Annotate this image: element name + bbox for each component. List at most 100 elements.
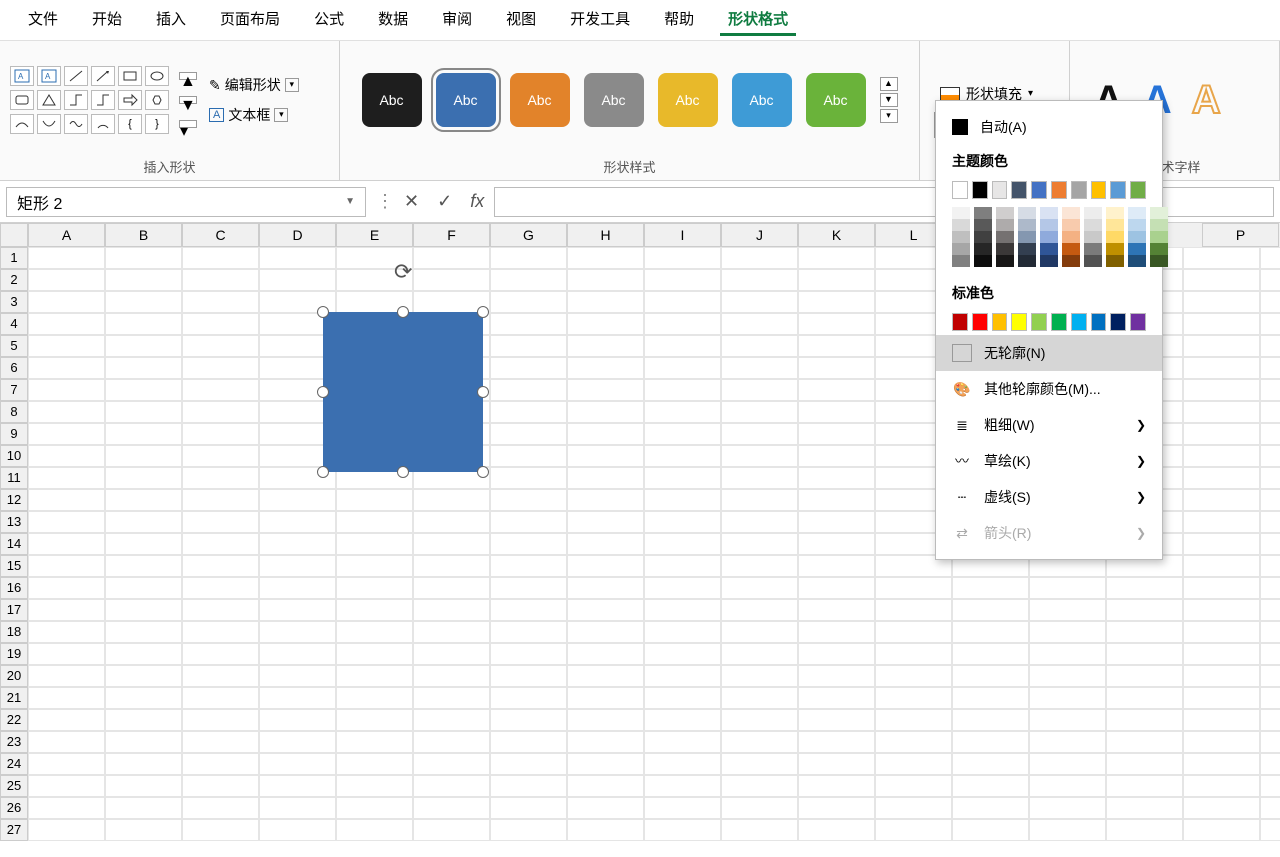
- cell[interactable]: [798, 731, 875, 753]
- cell[interactable]: [490, 775, 567, 797]
- cell[interactable]: [182, 643, 259, 665]
- cell[interactable]: [413, 269, 490, 291]
- cell[interactable]: [1106, 621, 1183, 643]
- cell[interactable]: [1106, 709, 1183, 731]
- cell[interactable]: [567, 687, 644, 709]
- cell[interactable]: [952, 643, 1029, 665]
- standard-color-swatch[interactable]: [1130, 313, 1146, 331]
- cell[interactable]: [413, 621, 490, 643]
- cell[interactable]: [105, 731, 182, 753]
- row-header[interactable]: 7: [0, 379, 28, 401]
- cell[interactable]: [1183, 291, 1260, 313]
- cell[interactable]: [259, 577, 336, 599]
- standard-color-swatch[interactable]: [1091, 313, 1107, 331]
- cell[interactable]: [28, 467, 105, 489]
- cell[interactable]: [259, 247, 336, 269]
- theme-shade-swatch[interactable]: [1040, 231, 1058, 243]
- menu-shape-format[interactable]: 形状格式: [720, 4, 796, 36]
- theme-shade-swatch[interactable]: [1106, 231, 1124, 243]
- cell[interactable]: [1106, 775, 1183, 797]
- cell[interactable]: [1106, 599, 1183, 621]
- cell[interactable]: [28, 775, 105, 797]
- cell[interactable]: [490, 555, 567, 577]
- cell[interactable]: [182, 797, 259, 819]
- cell[interactable]: [1029, 819, 1106, 841]
- cell[interactable]: [1260, 291, 1280, 313]
- cell[interactable]: [721, 753, 798, 775]
- outline-weight-item[interactable]: ≣ 粗细(W) ❯: [936, 407, 1162, 443]
- cell[interactable]: [259, 621, 336, 643]
- cell[interactable]: [28, 247, 105, 269]
- shape-textbox2-icon[interactable]: A: [37, 66, 61, 86]
- cell[interactable]: [105, 555, 182, 577]
- cell[interactable]: [413, 753, 490, 775]
- shapes-scroll-down[interactable]: ▼: [179, 96, 197, 104]
- row-header[interactable]: 14: [0, 533, 28, 555]
- theme-color-swatch[interactable]: [992, 181, 1008, 199]
- shape-rectangle[interactable]: [323, 312, 483, 472]
- cell[interactable]: [1183, 533, 1260, 555]
- cell[interactable]: [1106, 643, 1183, 665]
- cell[interactable]: [336, 709, 413, 731]
- theme-shade-swatch[interactable]: [1150, 255, 1168, 267]
- row-header[interactable]: 22: [0, 709, 28, 731]
- theme-shade-swatch[interactable]: [1018, 231, 1036, 243]
- cell[interactable]: [413, 731, 490, 753]
- cell[interactable]: [567, 797, 644, 819]
- cell[interactable]: [567, 731, 644, 753]
- cell[interactable]: [105, 797, 182, 819]
- cell[interactable]: [182, 489, 259, 511]
- cell[interactable]: [875, 819, 952, 841]
- row-header[interactable]: 18: [0, 621, 28, 643]
- cell[interactable]: [567, 467, 644, 489]
- row-header[interactable]: 6: [0, 357, 28, 379]
- cell[interactable]: [182, 467, 259, 489]
- cell[interactable]: [182, 533, 259, 555]
- cell[interactable]: [105, 709, 182, 731]
- cell[interactable]: [1260, 335, 1280, 357]
- cell[interactable]: [567, 753, 644, 775]
- cell[interactable]: [952, 775, 1029, 797]
- cell[interactable]: [1183, 599, 1260, 621]
- cell[interactable]: [644, 643, 721, 665]
- cell[interactable]: [1183, 753, 1260, 775]
- cell[interactable]: [1183, 489, 1260, 511]
- cell[interactable]: [259, 687, 336, 709]
- menu-help[interactable]: 帮助: [656, 4, 702, 36]
- cell[interactable]: [1106, 665, 1183, 687]
- cell[interactable]: [644, 357, 721, 379]
- cell[interactable]: [1260, 379, 1280, 401]
- cell[interactable]: [721, 819, 798, 841]
- standard-color-swatch[interactable]: [952, 313, 968, 331]
- cell[interactable]: [490, 379, 567, 401]
- cell[interactable]: [105, 687, 182, 709]
- cell[interactable]: [490, 489, 567, 511]
- shape-oval-icon[interactable]: [145, 66, 169, 86]
- cell[interactable]: [28, 643, 105, 665]
- cell[interactable]: [182, 599, 259, 621]
- cell[interactable]: [644, 313, 721, 335]
- theme-shade-swatch[interactable]: [974, 255, 992, 267]
- cell[interactable]: [336, 577, 413, 599]
- cell[interactable]: [413, 489, 490, 511]
- cell[interactable]: [1260, 357, 1280, 379]
- cell[interactable]: [798, 357, 875, 379]
- cell[interactable]: [875, 621, 952, 643]
- cell[interactable]: [490, 621, 567, 643]
- theme-shade-swatch[interactable]: [1106, 243, 1124, 255]
- cell[interactable]: [1183, 819, 1260, 841]
- row-header[interactable]: 15: [0, 555, 28, 577]
- cell[interactable]: [413, 797, 490, 819]
- cell[interactable]: [567, 577, 644, 599]
- style-swatch-3[interactable]: Abc: [584, 73, 644, 127]
- cell[interactable]: [798, 423, 875, 445]
- theme-shade-swatch[interactable]: [1040, 255, 1058, 267]
- cell[interactable]: [336, 819, 413, 841]
- cell[interactable]: [644, 621, 721, 643]
- theme-shade-swatch[interactable]: [952, 231, 970, 243]
- row-header[interactable]: 19: [0, 643, 28, 665]
- shape-conn2-icon[interactable]: [91, 90, 115, 110]
- cell[interactable]: [259, 643, 336, 665]
- cell[interactable]: [105, 313, 182, 335]
- theme-shade-swatch[interactable]: [1040, 219, 1058, 231]
